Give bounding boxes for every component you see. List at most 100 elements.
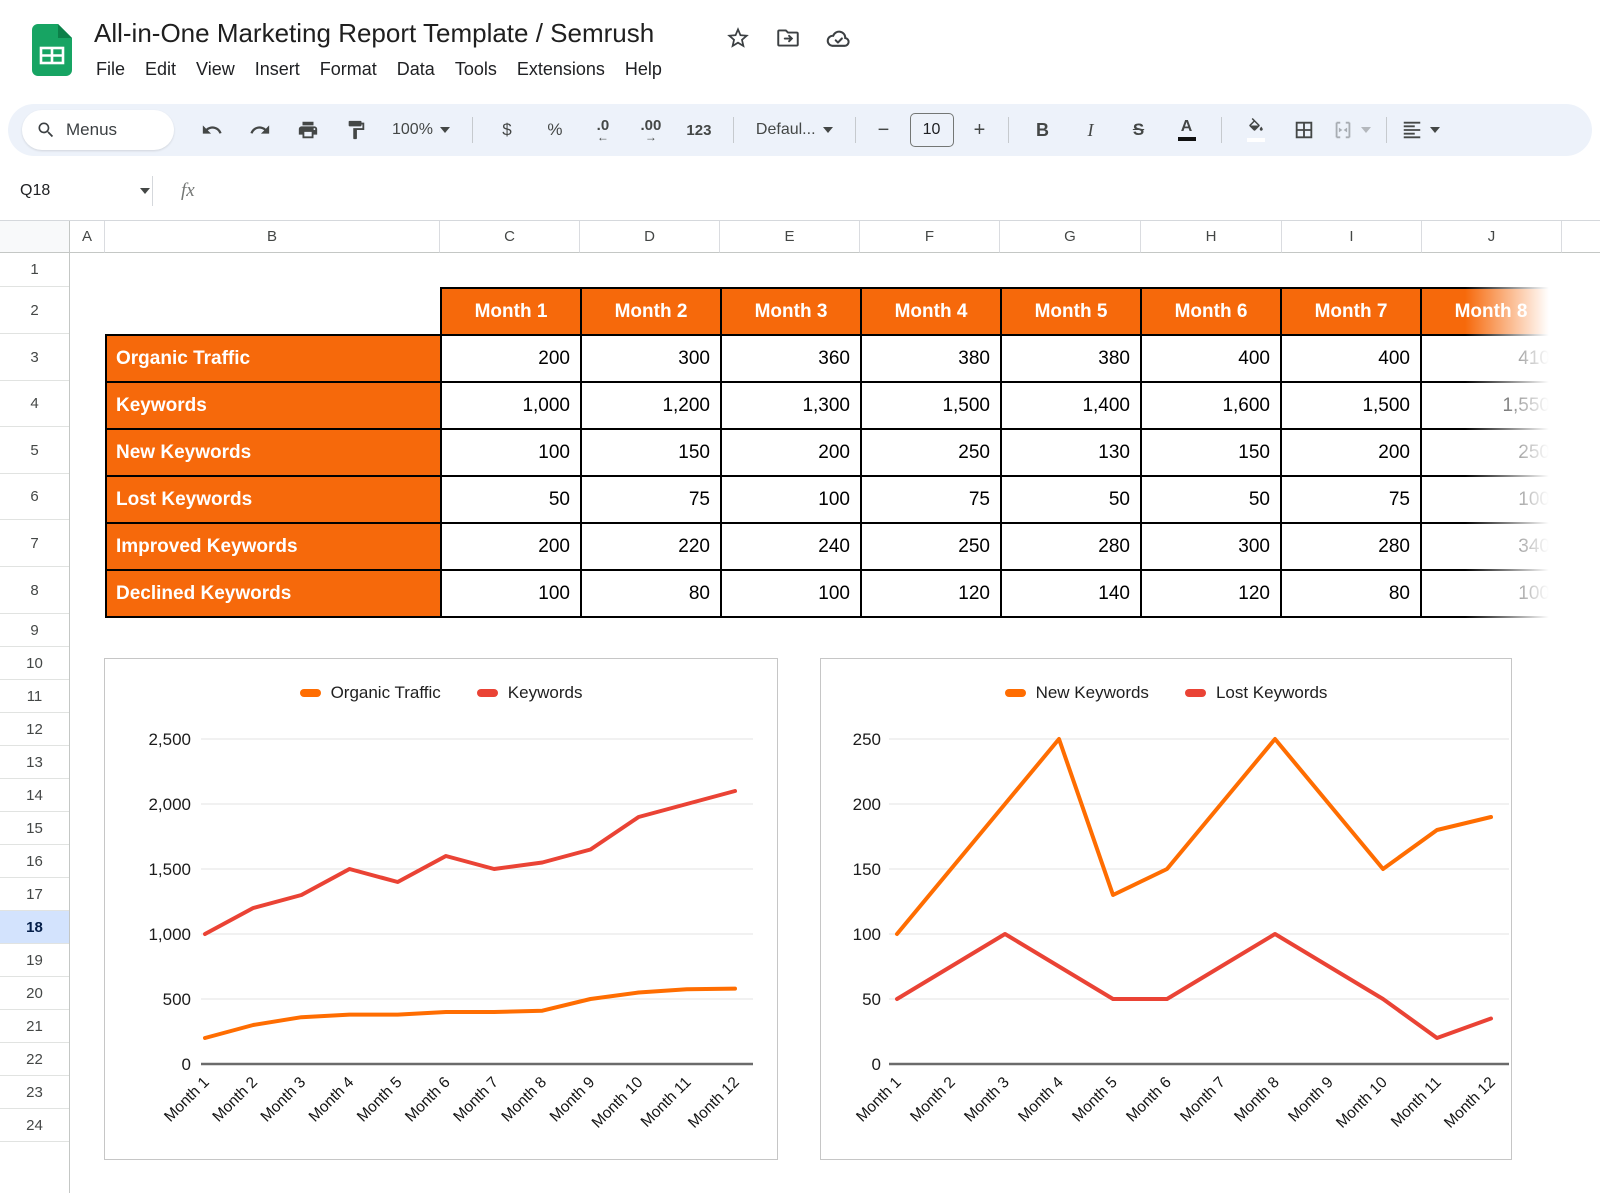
row-header-12[interactable]: 12 bbox=[0, 713, 69, 746]
row-header-13[interactable]: 13 bbox=[0, 746, 69, 779]
menu-item-view[interactable]: View bbox=[186, 55, 245, 84]
row-header-6[interactable]: 6 bbox=[0, 474, 69, 520]
value-cell[interactable]: 240 bbox=[722, 524, 860, 569]
text-color-button[interactable]: A bbox=[1167, 112, 1207, 148]
value-cell[interactable]: 100 bbox=[442, 571, 580, 616]
value-cell[interactable]: 80 bbox=[1282, 571, 1420, 616]
row-header-9[interactable]: 9 bbox=[0, 614, 69, 647]
month-header-cell[interactable]: Month 6 bbox=[1142, 289, 1280, 334]
increase-decimal-button[interactable]: .00 → bbox=[631, 112, 671, 148]
month-header-cell[interactable]: Month 3 bbox=[722, 289, 860, 334]
number-format-button[interactable]: 123 bbox=[679, 112, 719, 148]
value-cell[interactable]: 280 bbox=[1002, 524, 1140, 569]
menu-item-edit[interactable]: Edit bbox=[135, 55, 186, 84]
row-header-10[interactable]: 10 bbox=[0, 647, 69, 680]
menu-item-data[interactable]: Data bbox=[387, 55, 445, 84]
value-cell[interactable]: 100 bbox=[1422, 571, 1560, 616]
merge-cells-button[interactable] bbox=[1332, 112, 1372, 148]
value-cell[interactable]: 50 bbox=[1002, 477, 1140, 522]
format-percent-button[interactable]: % bbox=[535, 112, 575, 148]
menu-item-file[interactable]: File bbox=[86, 55, 135, 84]
row-header-2[interactable]: 2 bbox=[0, 287, 69, 334]
value-cell[interactable]: 75 bbox=[1282, 477, 1420, 522]
chart-organic-traffic-keywords[interactable]: Organic TrafficKeywords 2,5002,0001,5001… bbox=[104, 658, 778, 1160]
month-header-cell[interactable]: Month 8 bbox=[1422, 289, 1560, 334]
row-header-20[interactable]: 20 bbox=[0, 977, 69, 1010]
strikethrough-button[interactable]: S bbox=[1119, 112, 1159, 148]
value-cell[interactable]: 200 bbox=[442, 336, 580, 381]
menu-item-format[interactable]: Format bbox=[310, 55, 387, 84]
value-cell[interactable]: 250 bbox=[862, 524, 1000, 569]
row-header-18[interactable]: 18 bbox=[0, 911, 69, 944]
menu-item-tools[interactable]: Tools bbox=[445, 55, 507, 84]
grid-canvas[interactable]: Month 1Month 2Month 3Month 4Month 5Month… bbox=[70, 253, 1600, 1193]
value-cell[interactable]: 120 bbox=[1142, 571, 1280, 616]
value-cell[interactable]: 150 bbox=[582, 430, 720, 475]
row-header-17[interactable]: 17 bbox=[0, 878, 69, 911]
row-label-cell[interactable]: Organic Traffic bbox=[107, 336, 440, 381]
column-header-J[interactable]: J bbox=[1422, 221, 1562, 253]
menu-item-extensions[interactable]: Extensions bbox=[507, 55, 615, 84]
value-cell[interactable]: 220 bbox=[582, 524, 720, 569]
value-cell[interactable]: 300 bbox=[1142, 524, 1280, 569]
value-cell[interactable]: 400 bbox=[1282, 336, 1420, 381]
row-header-15[interactable]: 15 bbox=[0, 812, 69, 845]
decrease-font-size-button[interactable]: − bbox=[870, 112, 898, 148]
row-header-22[interactable]: 22 bbox=[0, 1043, 69, 1076]
month-header-cell[interactable]: Month 1 bbox=[442, 289, 580, 334]
value-cell[interactable]: 120 bbox=[862, 571, 1000, 616]
zoom-select[interactable]: 100% bbox=[384, 112, 458, 148]
row-header-14[interactable]: 14 bbox=[0, 779, 69, 812]
formula-input[interactable] bbox=[195, 162, 1600, 220]
value-cell[interactable]: 130 bbox=[1002, 430, 1140, 475]
value-cell[interactable]: 150 bbox=[1142, 430, 1280, 475]
print-button[interactable] bbox=[288, 112, 328, 148]
undo-button[interactable] bbox=[192, 112, 232, 148]
row-header-8[interactable]: 8 bbox=[0, 567, 69, 614]
value-cell[interactable]: 400 bbox=[1142, 336, 1280, 381]
row-label-cell[interactable]: New Keywords bbox=[107, 430, 440, 475]
star-button[interactable] bbox=[722, 22, 754, 54]
row-header-5[interactable]: 5 bbox=[0, 427, 69, 474]
sheet-grid[interactable]: 123456789101112131415161718192021222324 … bbox=[0, 253, 1600, 1193]
name-box[interactable]: Q18 bbox=[0, 182, 150, 200]
month-header-cell[interactable]: Month 4 bbox=[862, 289, 1000, 334]
move-folder-button[interactable] bbox=[772, 22, 804, 54]
search-menus-button[interactable]: Menus bbox=[22, 110, 174, 150]
value-cell[interactable]: 340 bbox=[1422, 524, 1560, 569]
value-cell[interactable]: 100 bbox=[722, 571, 860, 616]
row-header-16[interactable]: 16 bbox=[0, 845, 69, 878]
horizontal-align-button[interactable] bbox=[1401, 112, 1441, 148]
value-cell[interactable]: 50 bbox=[1142, 477, 1280, 522]
sheets-logo-icon[interactable] bbox=[32, 24, 72, 76]
row-header-3[interactable]: 3 bbox=[0, 334, 69, 381]
value-cell[interactable]: 100 bbox=[1422, 477, 1560, 522]
value-cell[interactable]: 1,500 bbox=[1282, 383, 1420, 428]
bold-button[interactable]: B bbox=[1023, 112, 1063, 148]
menu-item-insert[interactable]: Insert bbox=[245, 55, 310, 84]
value-cell[interactable]: 300 bbox=[582, 336, 720, 381]
value-cell[interactable]: 200 bbox=[722, 430, 860, 475]
row-label-cell[interactable]: Lost Keywords bbox=[107, 477, 440, 522]
value-cell[interactable]: 200 bbox=[1282, 430, 1420, 475]
row-header-24[interactable]: 24 bbox=[0, 1109, 69, 1142]
value-cell[interactable]: 410 bbox=[1422, 336, 1560, 381]
value-cell[interactable]: 75 bbox=[582, 477, 720, 522]
row-label-cell[interactable]: Declined Keywords bbox=[107, 571, 440, 616]
row-header-11[interactable]: 11 bbox=[0, 680, 69, 713]
value-cell[interactable]: 250 bbox=[862, 430, 1000, 475]
row-label-cell[interactable]: Keywords bbox=[107, 383, 440, 428]
italic-button[interactable]: I bbox=[1071, 112, 1111, 148]
month-header-cell[interactable]: Month 2 bbox=[582, 289, 720, 334]
value-cell[interactable]: 1,400 bbox=[1002, 383, 1140, 428]
value-cell[interactable]: 200 bbox=[442, 524, 580, 569]
value-cell[interactable]: 140 bbox=[1002, 571, 1140, 616]
month-header-cell[interactable]: Month 7 bbox=[1282, 289, 1420, 334]
column-header-E[interactable]: E bbox=[720, 221, 860, 253]
row-header-4[interactable]: 4 bbox=[0, 381, 69, 427]
row-header-7[interactable]: 7 bbox=[0, 520, 69, 567]
row-header-19[interactable]: 19 bbox=[0, 944, 69, 977]
format-currency-button[interactable]: $ bbox=[487, 112, 527, 148]
value-cell[interactable]: 50 bbox=[442, 477, 580, 522]
row-label-cell[interactable]: Improved Keywords bbox=[107, 524, 440, 569]
